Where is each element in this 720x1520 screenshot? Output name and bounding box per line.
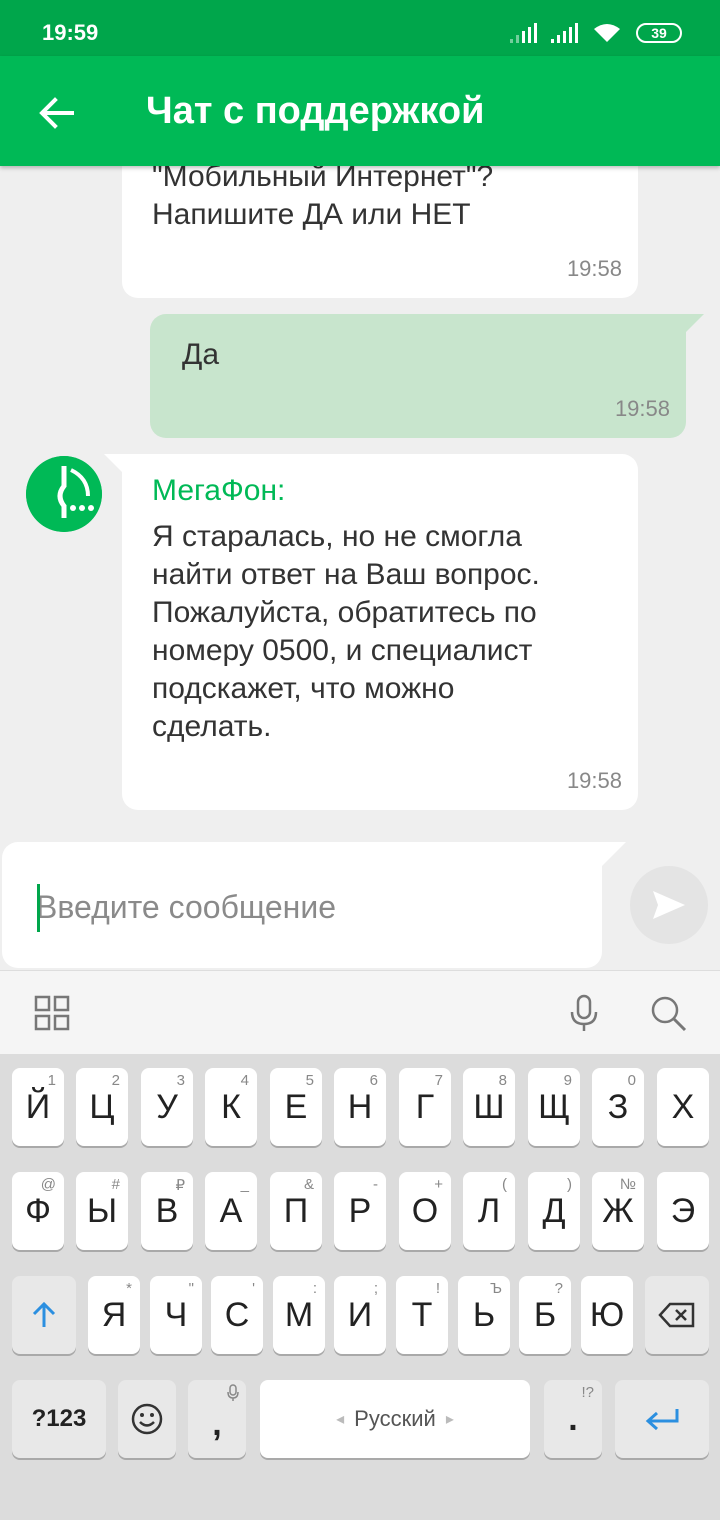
- symbols-key-label: ?123: [31, 1405, 87, 1432]
- key[interactable]: " Ч: [150, 1276, 202, 1354]
- key[interactable]: Ю: [581, 1276, 633, 1354]
- key[interactable]: ЪЬ: [458, 1276, 510, 1354]
- chat-area[interactable]: "Мобильный Интернет"? Напишите ДА или НЕ…: [0, 166, 720, 838]
- incoming-message-bubble: "Мобильный Интернет"? Напишите ДА или НЕ…: [122, 166, 638, 298]
- apps-grid-icon[interactable]: [32, 993, 72, 1033]
- text-cursor: [37, 884, 40, 932]
- status-icons: 39: [510, 22, 682, 44]
- space-right-chevron-icon: ▸: [445, 1411, 454, 1428]
- megafon-logo-icon: [26, 456, 102, 532]
- key[interactable]: # Ы: [76, 1172, 128, 1250]
- search-icon[interactable]: [648, 993, 688, 1033]
- key[interactable]: ' С: [211, 1276, 263, 1354]
- incoming-message-bubble: МегаФон: Я старалась, но не смогла найти…: [104, 454, 638, 810]
- key[interactable]: 8Ш: [463, 1068, 515, 1146]
- space-left-chevron-icon: ◂: [336, 1411, 345, 1428]
- key[interactable]: & П: [270, 1172, 322, 1250]
- shift-key[interactable]: [12, 1276, 76, 1354]
- key[interactable]: Х: [657, 1068, 709, 1146]
- key[interactable]: + О: [399, 1172, 451, 1250]
- microphone-icon[interactable]: [564, 993, 604, 1033]
- message-line: номеру 0500, и специалист: [152, 634, 533, 667]
- period-key-label: .: [568, 1399, 578, 1438]
- key[interactable]: № Ж: [592, 1172, 644, 1250]
- space-key-label: Русский: [354, 1406, 436, 1431]
- keyboard-toolbar: [0, 970, 720, 1054]
- status-time: 19:59: [42, 20, 99, 45]
- message-line: Я старалась, но не смогла: [152, 520, 522, 553]
- message-input-bar: [0, 838, 720, 970]
- enter-key[interactable]: [615, 1380, 709, 1458]
- message-line: сделать.: [152, 710, 272, 743]
- key[interactable]: 1Й: [12, 1068, 64, 1146]
- message-text: Да: [182, 338, 220, 371]
- signal-icon-sim2: [551, 23, 578, 43]
- key[interactable]: ! Т: [396, 1276, 448, 1354]
- status-bar: 19:59 39: [0, 0, 720, 56]
- back-arrow-icon[interactable]: [34, 90, 80, 136]
- key[interactable]: 6Н: [334, 1068, 386, 1146]
- period-key[interactable]: !? .: [544, 1380, 602, 1458]
- key[interactable]: 2Ц: [76, 1068, 128, 1146]
- message-time: 19:58: [566, 256, 622, 281]
- key[interactable]: 9Щ: [528, 1068, 580, 1146]
- key[interactable]: 7Г: [399, 1068, 451, 1146]
- space-key[interactable]: ◂ Русский ▸: [260, 1380, 530, 1458]
- message-line: найти ответ на Ваш вопрос.: [152, 558, 540, 591]
- symbols-key[interactable]: ?123: [12, 1380, 106, 1458]
- message-input-box[interactable]: [2, 842, 626, 968]
- enter-arrow-icon: [645, 1409, 679, 1431]
- shift-arrow-icon: [32, 1301, 56, 1327]
- message-input[interactable]: [36, 882, 576, 932]
- key[interactable]: @ Ф: [12, 1172, 64, 1250]
- key[interactable]: ) Д: [528, 1172, 580, 1250]
- key[interactable]: Э: [657, 1172, 709, 1250]
- key[interactable]: ; И: [334, 1276, 386, 1354]
- key[interactable]: 5Е: [270, 1068, 322, 1146]
- message-time: 19:58: [614, 396, 670, 421]
- battery-icon: 39: [636, 23, 682, 43]
- app-header: Чат с поддержкой: [0, 56, 720, 166]
- keyboard: 1Й 2Ц 3У 4К 5Е 6Н 7Г 8Ш 9Щ 0З Х @ Ф # Ы ₽ В…: [0, 1054, 720, 1520]
- message-line: "Мобильный Интернет"?: [152, 166, 494, 193]
- backspace-icon: [658, 1302, 695, 1328]
- key[interactable]: _ А: [205, 1172, 257, 1250]
- battery-level: 39: [651, 25, 667, 41]
- period-key-hint: !?: [581, 1384, 594, 1401]
- message-time: 19:58: [566, 768, 622, 793]
- wifi-icon: [594, 24, 620, 42]
- send-button[interactable]: [630, 866, 708, 944]
- backspace-key[interactable]: [645, 1276, 709, 1354]
- key[interactable]: * Я: [88, 1276, 140, 1354]
- comma-key[interactable]: ,: [188, 1380, 246, 1458]
- message-line: Напишите ДА или НЕТ: [152, 198, 471, 231]
- message-line: Пожалуйста, обратитесь по: [152, 596, 537, 629]
- message-line: подскажет, что можно: [152, 672, 455, 705]
- message-sender: МегаФон:: [152, 474, 286, 507]
- send-icon: [653, 891, 685, 919]
- key[interactable]: 0З: [592, 1068, 644, 1146]
- key[interactable]: -Р: [334, 1172, 386, 1250]
- key[interactable]: ₽ В: [141, 1172, 193, 1250]
- signal-icon-sim1: [510, 23, 537, 43]
- key[interactable]: :М: [273, 1276, 325, 1354]
- key[interactable]: (Л: [463, 1172, 515, 1250]
- page-title: Чат с поддержкой: [146, 90, 485, 132]
- key[interactable]: ? Б: [519, 1276, 571, 1354]
- key[interactable]: 3У: [141, 1068, 193, 1146]
- emoji-key[interactable]: [118, 1380, 176, 1458]
- comma-mic-hint-icon: [227, 1384, 239, 1401]
- emoji-smile-icon: [131, 1403, 163, 1435]
- outgoing-message-bubble: Да 19:58: [150, 314, 704, 438]
- comma-key-label: ,: [212, 1404, 222, 1443]
- key[interactable]: 4К: [205, 1068, 257, 1146]
